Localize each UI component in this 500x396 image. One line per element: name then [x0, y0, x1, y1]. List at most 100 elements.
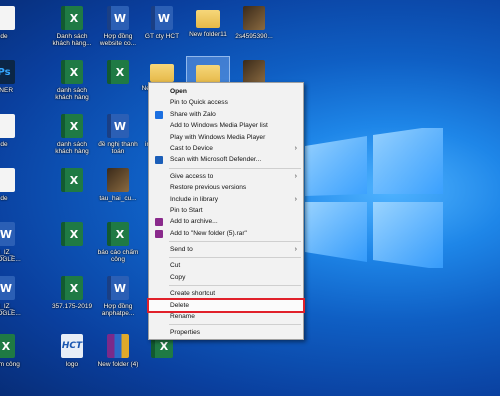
- desktop-icon[interactable]: W Hợp đồng anphatpe...: [96, 272, 140, 324]
- menu-item-scan-with-microsoft-defender[interactable]: Scan with Microsoft Defender...: [149, 154, 303, 165]
- desktop-icon-label: BNER: [0, 87, 14, 94]
- menu-item-label: Delete: [170, 301, 190, 309]
- folder-file-icon: [150, 64, 174, 82]
- excel-file-icon: X: [107, 60, 129, 84]
- desktop-icon[interactable]: Ps BNER: [0, 56, 26, 108]
- excel-file-icon: X: [61, 276, 83, 300]
- menu-item-delete[interactable]: Delete: [147, 297, 305, 314]
- desktop-icon-label: đề nghị thanh toán: [98, 141, 138, 155]
- desktop-icon[interactable]: tau_hai_cu...: [96, 164, 140, 216]
- excel-file-icon: X: [61, 6, 83, 30]
- word-file-icon: W: [0, 276, 15, 300]
- desktop-icon[interactable]: de: [0, 2, 26, 54]
- desktop-icon-label: Danh sách khách hàng...: [52, 33, 92, 47]
- menu-item-label: Scan with Microsoft Defender...: [170, 156, 262, 164]
- desktop-icon-label: logo: [65, 361, 79, 368]
- menu-item-copy[interactable]: Copy: [149, 272, 303, 283]
- menu-item-play-with-windows-media-player[interactable]: Play with Windows Media Player: [149, 132, 303, 143]
- menu-item-label: Cast to Device: [170, 144, 213, 152]
- desktop-icon[interactable]: W I3_IZ_ GOOGLE...: [0, 218, 26, 270]
- desktop-icon[interactable]: X Danh sách khách hàng...: [50, 2, 94, 54]
- desktop-icon-label: danh sách khách hàng: [55, 87, 89, 101]
- img-file-icon: [107, 168, 129, 192]
- hct-file-icon: HCT: [61, 334, 83, 358]
- desktop-icon[interactable]: W Hợp đồng website co...: [96, 2, 140, 54]
- menu-item-label: Open: [170, 88, 187, 95]
- desktop-icon[interactable]: Xdanh sách khách hàng: [50, 56, 94, 108]
- menu-item-label: Add to Windows Media Player list: [170, 122, 268, 130]
- menu-item-label: Add to archive...: [170, 218, 218, 226]
- desktop-icon[interactable]: 2s4595390...: [232, 2, 276, 54]
- menu-item-cut[interactable]: Cut: [149, 260, 303, 271]
- folder-file-icon: [196, 10, 220, 28]
- menu-item-include-in-library[interactable]: Include in library ›: [149, 194, 303, 205]
- word-file-icon: W: [107, 114, 129, 138]
- desktop-icon[interactable]: de: [0, 164, 26, 216]
- desktop-icon[interactable]: New folder (4): [96, 330, 140, 382]
- desktop-icon-label: 2s4595390...: [235, 33, 273, 40]
- desktop-icon[interactable]: Xchấm công: [0, 330, 26, 382]
- desktop-icon[interactable]: HCT logo: [50, 330, 94, 382]
- img-file-icon: [243, 6, 265, 30]
- desktop-icon-label: Hợp đồng website co...: [99, 33, 137, 47]
- menu-item-add-to-new-folder-5-rar[interactable]: Add to "New folder (5).rar": [149, 228, 303, 239]
- excel-file-icon: X: [61, 60, 83, 84]
- chevron-right-icon: ›: [294, 172, 297, 180]
- menu-item-add-to-archive[interactable]: Add to archive...: [149, 216, 303, 227]
- menu-item-properties[interactable]: Properties: [149, 327, 303, 338]
- menu-item-restore-previous-versions[interactable]: Restore previous versions: [149, 182, 303, 193]
- menu-item-label: Send to: [170, 246, 193, 254]
- zalo-icon: [155, 110, 163, 119]
- menu-item-label: Restore previous versions: [170, 184, 247, 192]
- menu-item-pin-to-start[interactable]: Pin to Start: [149, 205, 303, 216]
- menu-item-pin-to-quick-access[interactable]: Pin to Quick access: [149, 97, 303, 108]
- menu-item-create-shortcut[interactable]: Create shortcut: [149, 288, 303, 299]
- word-file-icon: W: [0, 222, 15, 246]
- desktop-icon[interactable]: W I3_IZ_ GOOGLE...: [0, 272, 26, 324]
- excel-file-icon: X: [61, 168, 83, 192]
- blank-file-icon: [0, 6, 15, 30]
- desktop-icon-label: New folder (4): [97, 361, 139, 368]
- excel-file-icon: X: [0, 334, 15, 358]
- desktop-icon-label: tau_hai_cu...: [99, 195, 137, 202]
- menu-item-share-with-zalo[interactable]: Share with Zalo: [149, 109, 303, 120]
- word-file-icon: W: [107, 6, 129, 30]
- menu-item-rename[interactable]: Rename: [149, 311, 303, 322]
- windows-logo-wallpaper: [305, 128, 443, 268]
- desktop-icon[interactable]: Xbáo cáo chấm công: [96, 218, 140, 270]
- menu-item-label: Cut: [170, 262, 181, 270]
- blank-file-icon: [0, 168, 15, 192]
- chevron-right-icon: ›: [294, 195, 297, 203]
- menu-item-label: Pin to Quick access: [170, 99, 228, 107]
- menu-item-cast-to-device[interactable]: Cast to Device ›: [149, 143, 303, 154]
- desktop-icon[interactable]: de: [0, 110, 26, 162]
- ps-file-icon: Ps: [0, 60, 15, 84]
- desktop-icon-label: de: [0, 141, 8, 148]
- desktop-icon[interactable]: Xdanh sách khách hàng: [50, 110, 94, 162]
- desktop-icon-label: danh sách khách hàng: [55, 141, 89, 155]
- menu-item-label: Pin to Start: [170, 206, 203, 214]
- desktop-icon-label: New folder11: [189, 31, 227, 38]
- word-file-icon: W: [107, 276, 129, 300]
- desktop-icon[interactable]: New folder11: [186, 2, 230, 54]
- desktop-icon[interactable]: W GT cty HCT: [140, 2, 184, 54]
- chevron-right-icon: ›: [294, 144, 297, 152]
- menu-item-add-to-windows-media-player-list[interactable]: Add to Windows Media Player list: [149, 120, 303, 131]
- desktop-icon[interactable]: X: [50, 164, 94, 216]
- desktop-icon[interactable]: X 357.175-2019: [50, 272, 94, 324]
- menu-item-send-to[interactable]: Send to ›: [149, 244, 303, 255]
- rar-file-icon: [107, 334, 129, 358]
- desktop-icon[interactable]: X: [96, 56, 140, 108]
- menu-item-give-access-to[interactable]: Give access to ›: [149, 171, 303, 182]
- excel-file-icon: X: [61, 222, 83, 246]
- desktop-icon-label: de: [0, 195, 8, 202]
- defender-icon: [155, 156, 163, 165]
- menu-separator: [169, 241, 301, 243]
- menu-item-label: Add to "New folder (5).rar": [170, 229, 247, 237]
- desktop-icon[interactable]: X: [50, 218, 94, 270]
- desktop-icon[interactable]: Wđề nghị thanh toán: [96, 110, 140, 162]
- menu-item-open[interactable]: Open: [149, 86, 303, 97]
- desktop-icon-label: GT cty HCT: [144, 33, 180, 40]
- desktop-icon-label: báo cáo chấm công: [97, 249, 139, 263]
- menu-item-label: Create shortcut: [170, 290, 216, 298]
